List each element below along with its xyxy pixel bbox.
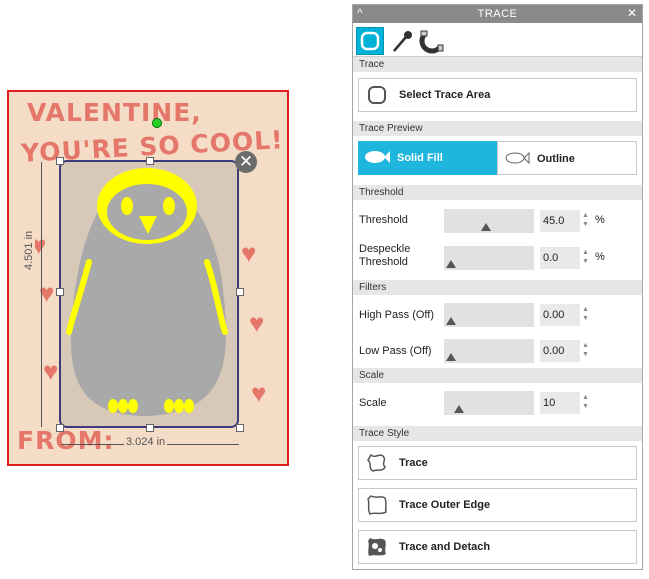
low-pass-slider-thumb[interactable] — [446, 353, 456, 361]
threshold-slider[interactable] — [444, 209, 534, 233]
heart-icon: ♥ — [241, 238, 257, 268]
high-pass-slider-thumb[interactable] — [446, 317, 456, 325]
threshold-value[interactable]: 45.0 — [540, 210, 580, 232]
section-threshold: Threshold — [353, 185, 642, 200]
design-canvas[interactable]: VALENTINE, YOU'RE SO COOL! FROM: ♥ ♥ ♥ ♥… — [7, 90, 289, 466]
trace-label: Trace — [399, 457, 428, 469]
scale-spinner-icon[interactable]: ▲ ▼ — [582, 393, 589, 411]
penguin-image — [66, 168, 228, 416]
despeckle-unit: % — [595, 251, 605, 263]
trace-and-detach-icon — [365, 535, 389, 559]
low-pass-value[interactable]: 0.00 — [540, 340, 580, 362]
eyedropper-icon[interactable] — [388, 27, 416, 55]
low-pass-label: Low Pass (Off) — [359, 345, 432, 357]
trace-toolbar — [353, 24, 642, 57]
trace-button[interactable]: Trace — [358, 446, 637, 480]
scale-value[interactable]: 10 — [540, 392, 580, 414]
from-text: FROM: — [17, 426, 115, 455]
outline-button[interactable]: Outline — [497, 141, 637, 175]
scale-slider[interactable] — [444, 391, 534, 415]
valentine-text: VALENTINE, — [27, 98, 202, 127]
high-pass-value[interactable]: 0.00 — [540, 304, 580, 326]
panel-title: TRACE — [477, 8, 518, 20]
trace-area-icon[interactable] — [356, 27, 384, 55]
high-pass-slider[interactable] — [444, 303, 534, 327]
threshold-unit: % — [595, 214, 605, 226]
threshold-label: Threshold — [359, 214, 408, 226]
resize-handle[interactable] — [146, 424, 154, 432]
despeckle-label: Despeckle Threshold — [359, 243, 411, 268]
scale-label: Scale — [359, 397, 387, 409]
solid-fill-button[interactable]: Solid Fill — [358, 141, 497, 175]
low-pass-spinner-icon[interactable]: ▲ ▼ — [582, 341, 589, 359]
outline-label: Outline — [537, 153, 575, 165]
trace-and-detach-button[interactable]: Trace and Detach — [358, 530, 637, 564]
close-selection-icon[interactable]: ✕ — [235, 151, 257, 173]
section-trace-style: Trace Style — [353, 426, 642, 441]
resize-handle[interactable] — [56, 288, 64, 296]
section-trace: Trace — [353, 57, 642, 72]
fish-outline-icon — [504, 150, 530, 169]
despeckle-value[interactable]: 0.0 — [540, 247, 580, 269]
trace-outer-edge-button[interactable]: Trace Outer Edge — [358, 488, 637, 522]
select-trace-area-label: Select Trace Area — [399, 89, 491, 101]
despeckle-spinner-icon[interactable]: ▲ ▼ — [582, 248, 589, 266]
height-dimension-line — [41, 162, 42, 427]
trace-outer-edge-label: Trace Outer Edge — [399, 499, 491, 511]
section-trace-preview: Trace Preview — [353, 121, 642, 136]
resize-handle[interactable] — [56, 157, 64, 165]
close-icon[interactable]: ✕ — [627, 6, 637, 20]
trace-icon — [365, 451, 389, 475]
threshold-slider-thumb[interactable] — [481, 223, 492, 231]
panel-titlebar[interactable]: ^ TRACE ✕ — [353, 5, 642, 23]
high-pass-spinner-icon[interactable]: ▲ ▼ — [582, 305, 589, 323]
resize-handle[interactable] — [236, 288, 244, 296]
heart-icon: ♥ — [249, 308, 265, 338]
trace-area-icon — [365, 83, 389, 107]
height-dimension-label: 4.501 in — [23, 228, 35, 272]
select-trace-area-button[interactable]: Select Trace Area — [358, 78, 637, 112]
width-dimension-label: 3.024 in — [124, 436, 168, 448]
heart-icon: ♥ — [43, 356, 59, 386]
despeckle-slider-thumb[interactable] — [446, 260, 456, 268]
trace-panel: ^ TRACE ✕ Trace Select Trace Area Trace … — [352, 4, 643, 570]
trace-outer-edge-icon — [365, 493, 389, 517]
threshold-spinner-icon[interactable]: ▲ ▼ — [582, 211, 589, 229]
resize-handle[interactable] — [56, 424, 64, 432]
magnet-icon[interactable] — [418, 27, 446, 55]
fish-filled-icon — [364, 149, 390, 168]
resize-handle[interactable] — [146, 157, 154, 165]
rotate-handle[interactable] — [152, 118, 162, 128]
scale-slider-thumb[interactable] — [453, 405, 464, 413]
trace-and-detach-label: Trace and Detach — [399, 541, 491, 553]
traced-image[interactable] — [59, 160, 239, 428]
low-pass-slider[interactable] — [444, 339, 534, 363]
heart-icon: ♥ — [251, 378, 267, 408]
section-scale: Scale — [353, 368, 642, 383]
trace-preview-toggle: Solid Fill Outline — [358, 141, 637, 175]
resize-handle[interactable] — [236, 424, 244, 432]
solid-fill-label: Solid Fill — [397, 152, 443, 164]
section-filters: Filters — [353, 280, 642, 295]
high-pass-label: High Pass (Off) — [359, 309, 434, 321]
despeckle-slider[interactable] — [444, 246, 534, 270]
